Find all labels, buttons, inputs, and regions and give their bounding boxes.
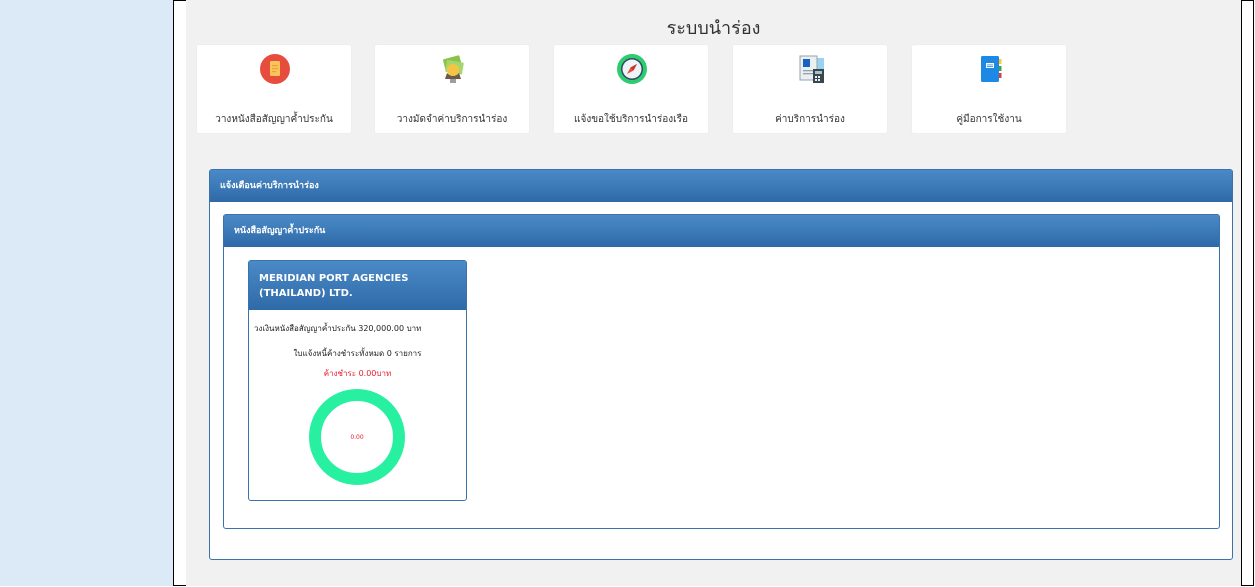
page-title: ระบบนำร่อง — [666, 18, 761, 39]
menu-card-request[interactable]: แจ้งขอใช้บริการนำร่องเรือ — [554, 45, 708, 133]
outstanding-amount-text: ค้างชำระ 0.00บาท — [323, 369, 392, 378]
donut-value-label: 0.00 — [350, 434, 364, 441]
guarantee-panel: หนังสือสัญญาค้ำประกัน MERIDIAN PORT AGEN… — [223, 214, 1220, 529]
notification-panel-title: แจ้งเตือนค่าบริการนำร่อง — [210, 170, 1232, 202]
notification-panel: แจ้งเตือนค่าบริการนำร่อง หนังสือสัญญาค้ำ… — [209, 169, 1233, 560]
company-name: MERIDIAN PORT AGENCIES (THAILAND) LTD. — [249, 261, 466, 310]
menu-card-manual[interactable]: คู่มือการใช้งาน — [912, 45, 1066, 133]
compass-icon — [617, 54, 647, 84]
invoice-calculator-icon — [799, 55, 824, 83]
menu-label: วางหนังสือสัญญาค้ำประกัน — [215, 114, 333, 125]
menu-card-fees[interactable]: ค่าบริการนำร่อง — [733, 45, 887, 133]
document-guarantee-icon — [260, 54, 290, 84]
guarantee-amount-text: วงเงินหนังสือสัญญาค้ำประกัน 320,000.00 บ… — [254, 324, 422, 333]
guarantee-panel-title: หนังสือสัญญาค้ำประกัน — [224, 215, 1219, 247]
menu-card-guarantee[interactable]: วางหนังสือสัญญาค้ำประกัน — [197, 45, 351, 133]
menu-card-deposit[interactable]: วางมัดจำค่าบริการนำร่อง — [375, 45, 529, 133]
menu-label: ค่าบริการนำร่อง — [775, 114, 845, 125]
left-column — [0, 0, 174, 586]
money-deposit-icon — [442, 55, 464, 83]
right-border — [1241, 0, 1242, 586]
menu-label: คู่มือการใช้งาน — [956, 114, 1022, 125]
menu-label: วางมัดจำค่าบริการนำร่อง — [396, 114, 508, 125]
invoice-count-text: ใบแจ้งหนี้ค้างชำระทั้งหมด 0 รายการ — [293, 349, 422, 358]
menu-label: แจ้งขอใช้บริการนำร่องเรือ — [574, 114, 688, 125]
company-card[interactable]: MERIDIAN PORT AGENCIES (THAILAND) LTD. ว… — [248, 260, 467, 501]
manual-book-icon — [981, 56, 1002, 82]
outstanding-donut-chart: 0.00 — [309, 389, 405, 485]
